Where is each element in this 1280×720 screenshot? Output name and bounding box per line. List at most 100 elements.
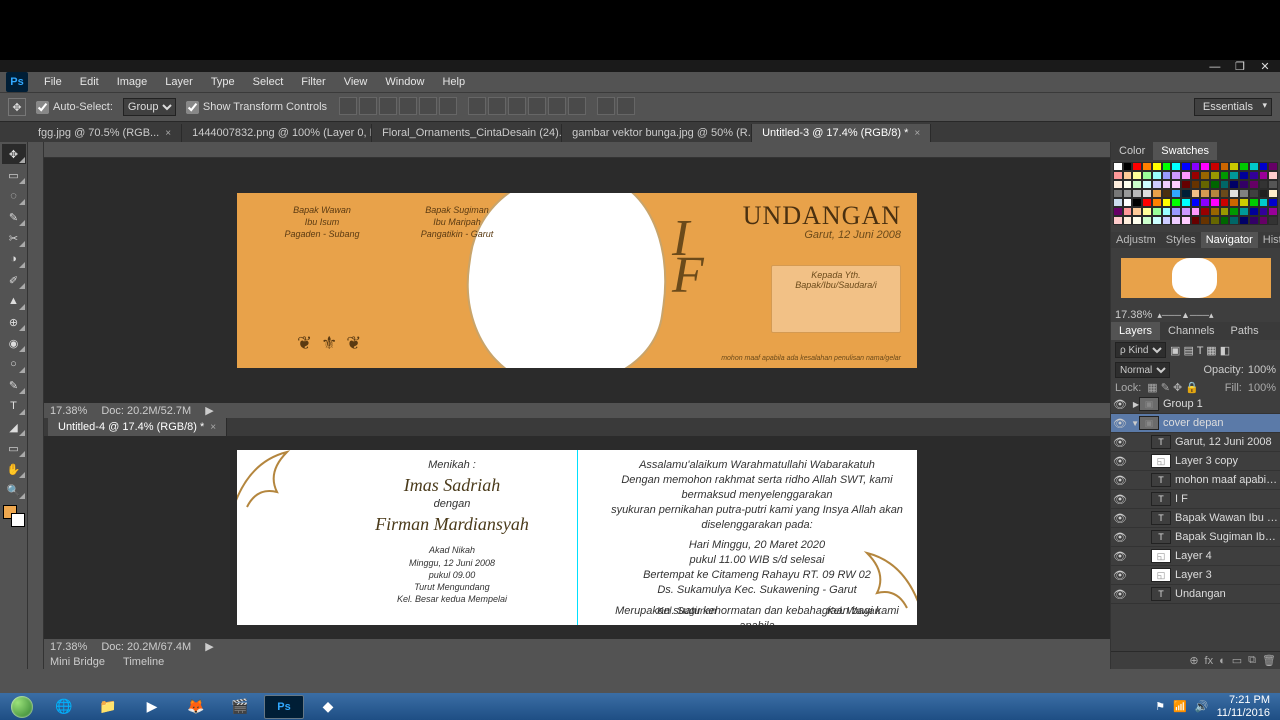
document-tab[interactable]: fgg.jpg @ 70.5% (RGB...× — [28, 124, 182, 142]
color-swatches[interactable] — [3, 505, 25, 527]
menu-help[interactable]: Help — [434, 73, 473, 91]
layer-row[interactable]: 👁▶▣Group 1 — [1111, 395, 1280, 414]
start-button[interactable] — [4, 695, 40, 719]
tool-11[interactable]: ✎ — [2, 375, 26, 395]
layer-row[interactable]: 👁TI F — [1111, 490, 1280, 509]
tool-0[interactable]: ✥ — [2, 144, 26, 164]
taskbar-firefox-icon[interactable]: 🦊 — [176, 695, 216, 719]
card-title: UNDANGAN — [743, 201, 901, 231]
menu-layer[interactable]: Layer — [157, 73, 201, 91]
tools-panel: ✥▭◌✎✂◑✐▲⊕◉○✎T◢▭✋🔍 — [0, 142, 28, 669]
tool-2[interactable]: ◌ — [2, 186, 26, 206]
layer-row[interactable]: 👁TBapak Sugiman Ibu Ma... — [1111, 528, 1280, 547]
layer-row[interactable]: 👁TBapak Wawan Ibu Isum... — [1111, 509, 1280, 528]
menu-view[interactable]: View — [336, 73, 376, 91]
tray-clock[interactable]: 7:21 PM11/11/2016 — [1217, 694, 1270, 718]
document-tabs: fgg.jpg @ 70.5% (RGB...×1444007832.png @… — [0, 122, 1280, 142]
align-buttons[interactable] — [337, 97, 635, 118]
tool-7[interactable]: ▲ — [2, 291, 26, 311]
tool-13[interactable]: ◢ — [2, 417, 26, 437]
color-panel-tabs[interactable]: ColorSwatches — [1111, 142, 1280, 160]
taskbar-player-icon[interactable]: 🎬 — [220, 695, 260, 719]
tool-9[interactable]: ◉ — [2, 333, 26, 353]
options-bar: ✥ Auto-Select: Group Show Transform Cont… — [0, 92, 1280, 122]
layer-row[interactable]: 👁Tmohon maaf apabila ad... — [1111, 471, 1280, 490]
inner-left-column: Menikah : Imas Sadriah dengan Firman Mar… — [337, 458, 567, 605]
taskbar-ie-icon[interactable]: 🌐 — [44, 695, 84, 719]
tool-14[interactable]: ▭ — [2, 438, 26, 458]
blend-mode[interactable]: Normal — [1115, 362, 1170, 378]
tool-8[interactable]: ⊕ — [2, 312, 26, 332]
menubar: Ps FileEditImageLayerTypeSelectFilterVie… — [0, 72, 1280, 92]
ruler-horizontal — [44, 142, 1110, 158]
layers-panel-tabs[interactable]: Layers Channels Paths — [1111, 322, 1280, 340]
ruler-vertical — [28, 142, 44, 669]
menu-select[interactable]: Select — [245, 73, 292, 91]
monogram: I F — [672, 221, 704, 294]
flourish-icon: ❦ ⚜ ❦ — [297, 333, 363, 354]
layer-row[interactable]: 👁TUndangan — [1111, 585, 1280, 604]
tray-flag-icon[interactable]: ⚑ — [1155, 700, 1165, 713]
workspace-switcher[interactable]: Essentials — [1194, 98, 1272, 116]
auto-select-checkbox[interactable]: Auto-Select: — [36, 101, 113, 114]
menu-edit[interactable]: Edit — [72, 73, 107, 91]
taskbar-explorer-icon[interactable]: 📁 — [88, 695, 128, 719]
menu-image[interactable]: Image — [109, 73, 156, 91]
document-tab[interactable]: Floral_Ornaments_CintaDesain (24).jpg ..… — [372, 124, 562, 142]
tool-10[interactable]: ○ — [2, 354, 26, 374]
card-footnote: mohon maaf apabila ada kesalahan penulis… — [721, 355, 901, 362]
navigator-thumbnail[interactable] — [1111, 248, 1280, 308]
layer-row[interactable]: 👁▼▣cover depan — [1111, 414, 1280, 433]
document-tab[interactable]: Untitled-3 @ 17.4% (RGB/8) *× — [752, 124, 931, 142]
layer-row[interactable]: 👁◱Layer 3 copy — [1111, 452, 1280, 471]
layer-row[interactable]: 👁◱Layer 3 — [1111, 566, 1280, 585]
layer-filter-kind[interactable]: ρ Kind — [1115, 342, 1166, 358]
card-text-left1: Bapak Wawan Ibu Isum Pagaden - Subang — [262, 205, 382, 240]
card-date: Garut, 12 Juni 2008 — [804, 229, 901, 241]
menu-filter[interactable]: Filter — [293, 73, 333, 91]
canvas-bottom[interactable]: Menikah : Imas Sadriah dengan Firman Mar… — [44, 436, 1110, 639]
tray-network-icon[interactable]: 📶 — [1173, 700, 1187, 713]
layer-row[interactable]: 👁TGarut, 12 Juni 2008 — [1111, 433, 1280, 452]
min-button[interactable]: — — [1204, 61, 1226, 73]
document-tab[interactable]: 1444007832.png @ 100% (Layer 0, R...× — [182, 124, 372, 142]
tool-1[interactable]: ▭ — [2, 165, 26, 185]
swatches-grid[interactable] — [1111, 160, 1280, 232]
layers-list[interactable]: 👁▶▣Group 1👁▼▣cover depan👁TGarut, 12 Juni… — [1111, 395, 1280, 651]
tool-16[interactable]: 🔍 — [2, 480, 26, 500]
tool-4[interactable]: ✂ — [2, 228, 26, 248]
close-button[interactable]: ✕ — [1254, 60, 1276, 73]
menu-type[interactable]: Type — [203, 73, 243, 91]
windows-taskbar[interactable]: 🌐 📁 ▶ 🦊 🎬 Ps ◆ ⚑ 📶 🔊 7:21 PM11/11/2016 — [0, 693, 1280, 720]
status-bar-bottom: 17.38%Doc: 20.2M/67.4M▶ — [44, 639, 1110, 654]
layer-row[interactable]: 👁◱Layer 4 — [1111, 547, 1280, 566]
tray-volume-icon[interactable]: 🔊 — [1195, 700, 1209, 713]
move-tool-icon: ✥ — [8, 98, 26, 116]
panels-column: ColorSwatches AdjustmStyles NavigatorHis… — [1110, 142, 1280, 669]
card-text-left2: Bapak Sugiman Ibu Maripah Pangatikin - G… — [397, 205, 517, 240]
mid-panel-tabs[interactable]: AdjustmStyles NavigatorHistogr — [1111, 232, 1280, 248]
sig-right: Kel. Wawan — [827, 606, 880, 617]
tool-3[interactable]: ✎ — [2, 207, 26, 227]
auto-select-target[interactable]: Group — [123, 98, 176, 116]
taskbar-app-icon[interactable]: ◆ — [308, 695, 348, 719]
document-tab[interactable]: gambar vektor bunga.jpg @ 50% (R...× — [562, 124, 752, 142]
ps-logo-icon: Ps — [6, 72, 28, 92]
max-button[interactable]: ❐ — [1229, 60, 1251, 73]
status-bar-top: 17.38%Doc: 20.2M/52.7M▶ — [44, 403, 1110, 418]
document-tab[interactable]: Untitled-4 @ 17.4% (RGB/8) *× — [48, 418, 227, 436]
tool-5[interactable]: ◑ — [2, 249, 26, 269]
tool-12[interactable]: T — [2, 396, 26, 416]
taskbar-media-icon[interactable]: ▶ — [132, 695, 172, 719]
addressee-box: Kepada Yth. Bapak/Ibu/Saudara/i — [771, 265, 901, 333]
tool-6[interactable]: ✐ — [2, 270, 26, 290]
menu-window[interactable]: Window — [377, 73, 432, 91]
layers-footer-buttons[interactable]: ⊕fx◐▭⧉🗑 — [1111, 651, 1280, 669]
taskbar-photoshop-icon[interactable]: Ps — [264, 695, 304, 719]
tool-15[interactable]: ✋ — [2, 459, 26, 479]
show-transform-checkbox[interactable]: Show Transform Controls — [186, 101, 327, 114]
mini-bridge-tabs[interactable]: Mini BridgeTimeline — [44, 654, 1110, 669]
corner-ornament-icon — [237, 450, 317, 532]
menu-file[interactable]: File — [36, 73, 70, 91]
canvas-top[interactable]: Bapak Wawan Ibu Isum Pagaden - Subang Ba… — [44, 158, 1110, 403]
